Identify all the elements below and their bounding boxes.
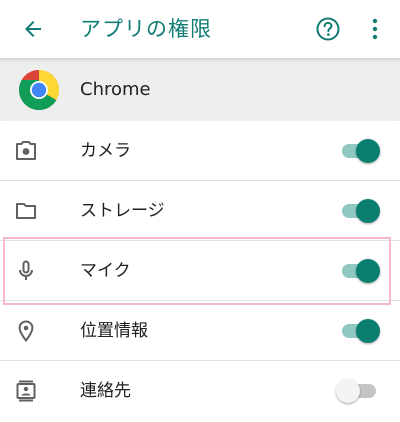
permission-label: 連絡先 (80, 381, 131, 401)
folder-icon (16, 203, 36, 219)
more-vert-icon (372, 18, 378, 40)
switch-thumb (336, 379, 360, 403)
switch-thumb (356, 139, 380, 163)
app-header-row: Chrome (0, 58, 400, 121)
permission-label: ストレージ (80, 201, 165, 221)
help-button[interactable] (311, 12, 345, 46)
permission-row-storage[interactable]: ストレージ (0, 181, 400, 241)
chrome-logo-icon (19, 70, 59, 110)
permission-label: カメラ (80, 141, 131, 161)
permission-label: マイク (80, 261, 131, 281)
contacts-toggle-switch[interactable] (336, 379, 380, 403)
permission-row-location[interactable]: 位置情報 (0, 301, 400, 361)
permission-label: 位置情報 (80, 321, 148, 341)
switch-thumb (356, 199, 380, 223)
switch-thumb (356, 319, 380, 343)
microphone-toggle-switch[interactable] (340, 259, 380, 283)
camera-icon (16, 141, 36, 160)
microphone-icon (19, 260, 33, 280)
storage-toggle-switch[interactable] (340, 199, 380, 223)
arrow-left-icon (25, 21, 41, 37)
switch-thumb (356, 259, 380, 283)
contacts-icon (16, 380, 36, 402)
location-icon (18, 320, 34, 343)
app-name: Chrome (80, 79, 151, 100)
camera-toggle-switch[interactable] (340, 139, 380, 163)
app-bar: アプリの権限 (0, 0, 400, 58)
page-title: アプリの権限 (80, 17, 212, 41)
back-button[interactable] (14, 10, 52, 48)
permission-row-camera[interactable]: カメラ (0, 121, 400, 181)
help-circle-icon (316, 17, 340, 41)
permission-row-contacts[interactable]: 連絡先 (0, 361, 400, 421)
location-toggle-switch[interactable] (340, 319, 380, 343)
permission-row-microphone[interactable]: マイク (0, 241, 400, 301)
more-options-button[interactable] (362, 12, 388, 46)
